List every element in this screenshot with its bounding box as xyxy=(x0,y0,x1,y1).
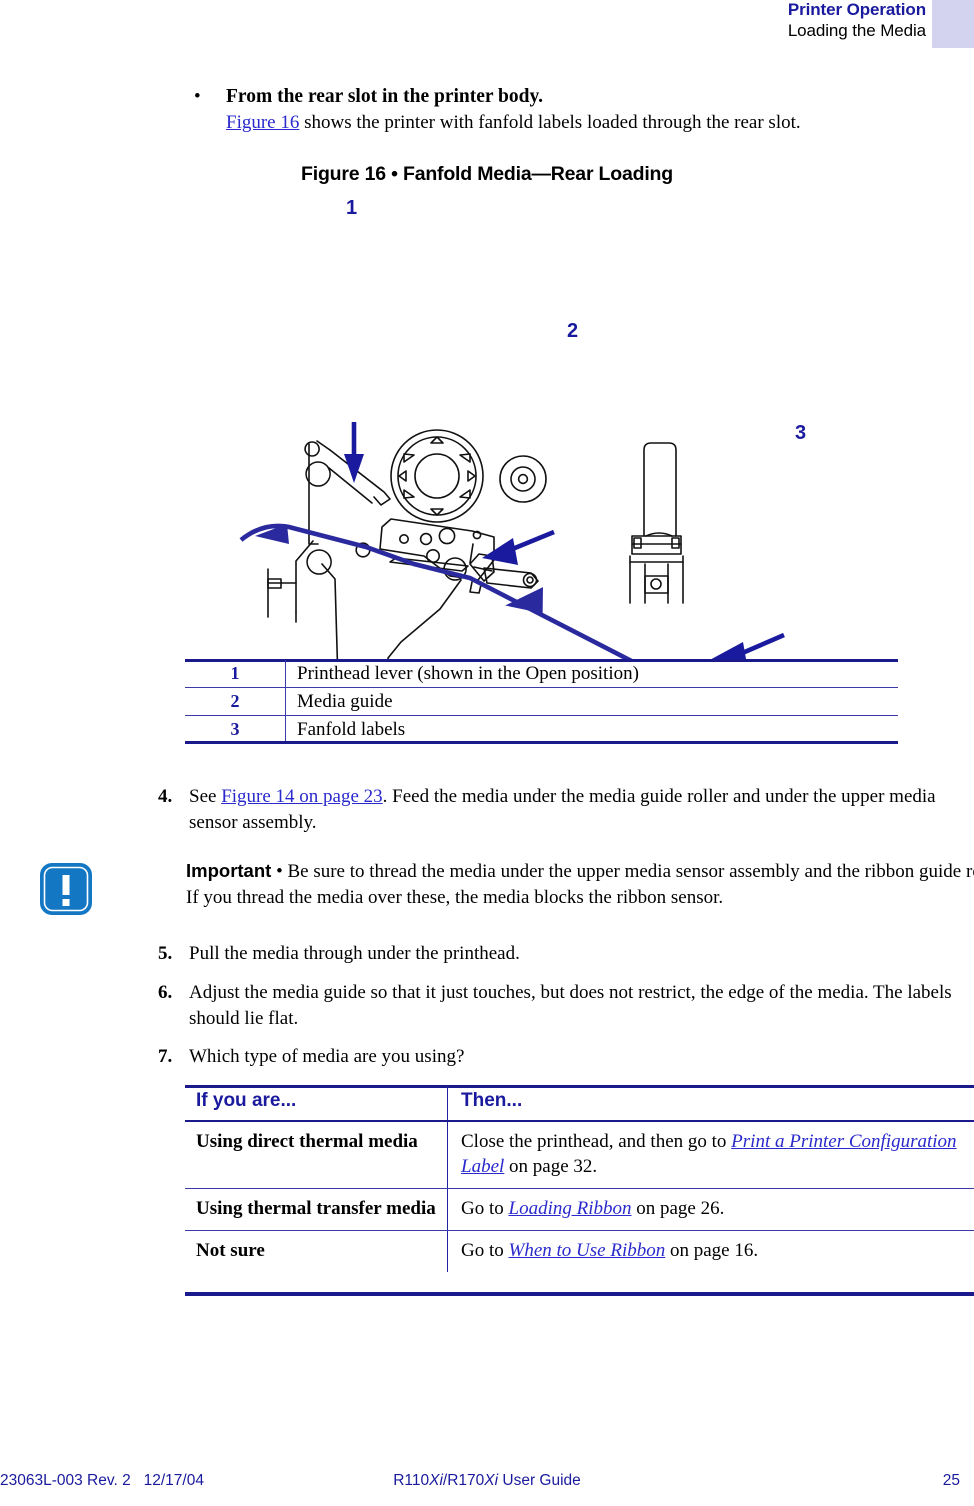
step-text: Adjust the media guide so that it just t… xyxy=(189,982,952,1029)
legend-rule-bottom xyxy=(185,741,898,744)
footer-page-number: 25 xyxy=(942,1472,960,1489)
decision-action-post: on page 16. xyxy=(665,1240,759,1262)
step-number: 6. xyxy=(158,982,173,1003)
important-separator: • xyxy=(271,861,288,882)
legend-number: 2 xyxy=(185,688,286,715)
callout-label-1: 1 xyxy=(346,197,358,219)
decision-table-row: Using direct thermal media Close the pri… xyxy=(185,1122,974,1190)
decision-action: Go to When to Use Ribbon on page 16. xyxy=(448,1231,974,1272)
legend-table: 1 Printhead lever (shown in the Open pos… xyxy=(185,660,898,743)
legend-row: 2 Media guide xyxy=(185,688,898,716)
decision-condition: Using direct thermal media xyxy=(185,1122,448,1189)
callout-3-arrow xyxy=(709,632,785,660)
decision-action-post: on page 32. xyxy=(504,1156,598,1178)
step-6: 6. Adjust the media guide so that it jus… xyxy=(158,980,974,1031)
header-text-block: Printer Operation Loading the Media xyxy=(788,0,926,41)
important-label: Important xyxy=(186,860,272,881)
bullet-marker-icon: • xyxy=(194,86,201,107)
important-body: Important • Be sure to thread the media … xyxy=(186,858,974,911)
header-color-swatch xyxy=(932,0,974,48)
callout-label-3: 3 xyxy=(795,422,807,444)
step-4: 4. See Figure 14 on page 23. Feed the me… xyxy=(158,784,974,835)
bullet-paragraph: • From the rear slot in the printer body… xyxy=(186,84,974,135)
decision-action: Close the printhead, and then go to Prin… xyxy=(448,1122,974,1188)
footer-guide-title: R110Xi/R170Xi User Guide xyxy=(0,1472,974,1490)
legend-number: 1 xyxy=(185,660,286,687)
page-title: Printer Operation xyxy=(787,0,926,19)
decision-table-row: Using thermal transfer media Go to Loadi… xyxy=(185,1189,974,1232)
bullet-row: • From the rear slot in the printer body… xyxy=(186,84,974,135)
decision-header-condition: If you are... xyxy=(185,1086,448,1120)
bullet-body: Figure 16 shows the printer with fanfold… xyxy=(226,110,974,135)
step-7: 7. Which type of media are you using? xyxy=(158,1044,974,1070)
callout-label-2: 2 xyxy=(567,320,579,342)
decision-header-action: Then... xyxy=(461,1090,523,1111)
bullet-heading: From the rear slot in the printer body. xyxy=(226,86,544,107)
decision-table: If you are... Then... Using direct therm… xyxy=(185,1086,974,1273)
decision-table-header-row: If you are... Then... xyxy=(185,1086,974,1122)
footer-guide-model-2: Xi xyxy=(484,1472,499,1489)
page-header: Printer Operation Loading the Media xyxy=(0,0,974,56)
step-text: Pull the media through under the printhe… xyxy=(189,943,520,964)
step-number: 5. xyxy=(158,943,173,964)
step-number: 7. xyxy=(158,1046,173,1067)
decision-action-pre: Go to xyxy=(461,1240,509,1262)
figure-caption: Figure 16 • Fanfold Media—Rear Loading xyxy=(301,163,673,185)
step-text: See Figure 14 on page 23. Feed the media… xyxy=(158,784,974,835)
figure-14-link[interactable]: Figure 14 on page 23 xyxy=(221,786,382,807)
legend-text: Fanfold labels xyxy=(297,719,406,740)
footer-guide-model-1: Xi xyxy=(429,1472,443,1489)
footer-guide-pre: R110 xyxy=(393,1472,430,1489)
decision-condition: Not sure xyxy=(185,1231,448,1273)
legend-text: Printhead lever (shown in the Open posit… xyxy=(297,663,639,684)
step-text-pre: See xyxy=(189,786,222,807)
decision-action: Go to Loading Ribbon on page 26. xyxy=(448,1189,974,1230)
footer-guide-mid: /R170 xyxy=(442,1472,485,1489)
page-footer: 23063L-003 Rev. 2 12/17/04 R110Xi/R170Xi… xyxy=(0,1472,974,1496)
important-icon xyxy=(38,861,94,917)
loading-ribbon-link[interactable]: Loading Ribbon xyxy=(509,1198,632,1219)
legend-text: Media guide xyxy=(297,691,393,712)
page-subtitle: Loading the Media xyxy=(787,20,926,40)
legend-row: 3 Fanfold labels xyxy=(185,716,898,743)
decision-table-row: Not sure Go to When to Use Ribbon on pag… xyxy=(185,1231,974,1273)
legend-row: 1 Printhead lever (shown in the Open pos… xyxy=(185,660,898,688)
decision-action-pre: Go to xyxy=(461,1198,509,1220)
figure-illustration: 1 2 3 xyxy=(0,192,974,660)
decision-action-post: on page 26. xyxy=(631,1198,725,1220)
decision-condition: Using thermal transfer media xyxy=(185,1189,448,1231)
when-to-use-ribbon-link[interactable]: When to Use Ribbon xyxy=(509,1240,666,1261)
decision-table-rule-bottom xyxy=(185,1292,974,1296)
step-text: Which type of media are you using? xyxy=(189,1046,465,1067)
legend-number: 3 xyxy=(185,716,286,743)
decision-action-pre: Close the printhead, and then go to xyxy=(461,1131,732,1152)
bullet-body-text: shows the printer with fanfold labels lo… xyxy=(299,111,801,133)
important-text: Be sure to thread the media under the up… xyxy=(186,861,974,909)
footer-guide-post: User Guide xyxy=(498,1472,581,1489)
step-number: 4. xyxy=(158,786,173,807)
step-5: 5. Pull the media through under the prin… xyxy=(158,941,974,967)
figure-16-link[interactable]: Figure 16 xyxy=(226,112,299,133)
